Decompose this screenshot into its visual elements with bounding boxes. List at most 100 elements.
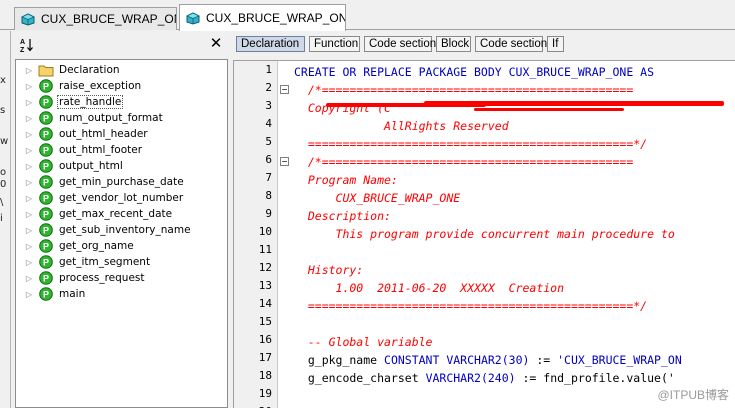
svg-text:P: P xyxy=(43,81,49,91)
code-editor[interactable]: 1234567891011121314151617181920 − − CREA… xyxy=(233,60,735,408)
fold-minus-icon[interactable]: − xyxy=(280,157,289,166)
expand-arrow-icon[interactable]: ▷ xyxy=(24,194,34,203)
tree-node[interactable]: ▷ Pout_html_footer xyxy=(16,142,227,158)
code-token: /*======================================… xyxy=(294,83,634,97)
code-token: Description: xyxy=(294,209,391,223)
editor-tab-bar: CUX_BRUCE_WRAP_ONE CUX_BRUCE_WRAP_ONE xyxy=(0,0,735,31)
expand-arrow-icon[interactable]: ▷ xyxy=(24,290,34,299)
nav-filter-button[interactable]: Function xyxy=(309,36,360,52)
code-line: Program Name: xyxy=(294,171,398,189)
expand-arrow-icon[interactable]: ▷ xyxy=(24,226,34,235)
code-token: CUX_BRUCE_WRAP_ONE xyxy=(294,191,461,205)
left-fragment-text: i xyxy=(0,213,3,224)
nav-filter-button[interactable]: Code section xyxy=(364,36,436,52)
tree-node[interactable]: ▷ Pget_vendor_lot_number xyxy=(16,190,227,206)
expand-arrow-icon[interactable]: ▷ xyxy=(24,98,34,107)
svg-text:P: P xyxy=(43,257,49,267)
procedure-icon: P xyxy=(39,191,53,205)
tree-node[interactable]: ▷ Poutput_html xyxy=(16,158,227,174)
code-token: ========================================… xyxy=(294,137,648,151)
tree-node[interactable]: ▷ Pget_min_purchase_date xyxy=(16,174,227,190)
left-fragment-text: s xyxy=(0,105,6,116)
tree-node[interactable]: ▷ Pget_itm_segment xyxy=(16,254,227,270)
code-token: g_pkg_name xyxy=(294,353,385,367)
editor-toolbar: Declaration Function Code section Block Code… xyxy=(233,31,735,58)
nav-filter-button[interactable]: Block xyxy=(436,36,471,52)
expand-arrow-icon[interactable]: ▷ xyxy=(24,258,34,267)
tab-label: CUX_BRUCE_WRAP_ONE xyxy=(206,11,346,25)
code-token: := xyxy=(529,353,558,367)
line-number: 3 xyxy=(265,99,272,112)
expand-arrow-icon[interactable]: ▷ xyxy=(24,162,34,171)
tab-package-inactive[interactable]: CUX_BRUCE_WRAP_ONE xyxy=(14,7,177,30)
line-number: 2 xyxy=(265,81,272,94)
line-number: 11 xyxy=(258,243,272,256)
expand-arrow-icon[interactable]: ▷ xyxy=(24,210,34,219)
svg-text:P: P xyxy=(43,113,49,123)
line-number: 7 xyxy=(265,171,272,184)
tree-node-label: rate_handle xyxy=(56,95,124,109)
close-icon[interactable]: ✕ xyxy=(209,35,223,51)
tree-node-label: Declaration xyxy=(59,64,120,76)
tree-node-label: get_min_purchase_date xyxy=(59,176,184,188)
package-body-icon xyxy=(186,11,200,25)
code-line: ========================================… xyxy=(294,297,647,315)
procedure-icon: P xyxy=(39,95,53,109)
nav-filter-button[interactable]: If xyxy=(547,36,564,52)
tree-node[interactable]: ▷ Prate_handle xyxy=(16,94,227,110)
procedure-icon: P xyxy=(39,239,53,253)
tree-node-label: output_html xyxy=(59,160,123,172)
code-token: /*======================================… xyxy=(294,155,634,169)
nav-filter-button[interactable]: Code section xyxy=(475,36,547,52)
left-panel-fragment: x s w o 0 \ i xyxy=(0,31,11,408)
code-line: History: xyxy=(294,261,363,279)
tree-node[interactable]: ▷ Declaration xyxy=(16,62,227,78)
expand-arrow-icon[interactable]: ▷ xyxy=(24,242,34,251)
svg-text:P: P xyxy=(43,129,49,139)
procedure-icon: P xyxy=(39,287,53,301)
fold-minus-icon[interactable]: − xyxy=(280,85,289,94)
tree-node[interactable]: ▷ Pget_sub_inventory_name xyxy=(16,222,227,238)
expand-arrow-icon[interactable]: ▷ xyxy=(24,274,34,283)
code-token: -- Global variable xyxy=(294,335,433,349)
svg-text:P: P xyxy=(43,161,49,171)
expand-arrow-icon[interactable]: ▷ xyxy=(24,66,34,75)
tree-node[interactable]: ▷ Pget_max_recent_date xyxy=(16,206,227,222)
tree-node-label: get_sub_inventory_name xyxy=(59,224,191,236)
code-token: Program Name: xyxy=(294,173,398,187)
tree-node[interactable]: ▷ Pget_org_name xyxy=(16,238,227,254)
code-token: VARCHAR2(240) xyxy=(425,371,516,385)
expand-arrow-icon[interactable]: ▷ xyxy=(24,178,34,187)
code-area[interactable]: CREATE OR REPLACE PACKAGE BODY CUX_BRUCE… xyxy=(294,61,735,408)
code-token: AllRights Reserved xyxy=(294,119,509,133)
navigator-tree[interactable]: ▷ Declaration ▷ Praise_exception ▷ Prate_hand… xyxy=(15,59,228,408)
code-line: /*======================================… xyxy=(294,81,633,99)
redaction-mark xyxy=(474,108,624,111)
procedure-icon: P xyxy=(39,111,53,125)
expand-arrow-icon[interactable]: ▷ xyxy=(24,82,34,91)
nav-filter-button[interactable]: Declaration xyxy=(236,36,305,52)
expand-arrow-icon[interactable]: ▷ xyxy=(24,130,34,139)
code-line: CREATE OR REPLACE PACKAGE BODY CUX_BRUCE… xyxy=(294,63,654,81)
tree-node[interactable]: ▷ Pnum_output_format xyxy=(16,110,227,126)
expand-arrow-icon[interactable]: ▷ xyxy=(24,114,34,123)
expand-arrow-icon[interactable]: ▷ xyxy=(24,146,34,155)
tree-node-label: get_max_recent_date xyxy=(59,208,173,220)
procedure-icon: P xyxy=(39,127,53,141)
code-token: := fnd_profile.value(' xyxy=(515,371,675,385)
sort-alpha-icon[interactable]: A Z xyxy=(19,37,35,54)
line-number: 1 xyxy=(265,63,272,76)
code-navigator: A Z ✕ ▷ Declaration ▷ Praise_exception ▷ Prat… xyxy=(13,31,229,408)
procedure-icon: P xyxy=(39,159,53,173)
line-number: 17 xyxy=(258,351,272,364)
tab-package-active[interactable]: CUX_BRUCE_WRAP_ONE xyxy=(179,4,346,31)
tree-node[interactable]: ▷ Pmain xyxy=(16,286,227,302)
tree-node[interactable]: ▷ Praise_exception xyxy=(16,78,227,94)
tree-node[interactable]: ▷ Pout_html_header xyxy=(16,126,227,142)
svg-text:P: P xyxy=(43,193,49,203)
tree-node[interactable]: ▷ Pprocess_request xyxy=(16,270,227,286)
svg-text:P: P xyxy=(43,225,49,235)
svg-text:Z: Z xyxy=(20,47,25,53)
code-token: 1.00 2011-06-20 XXXXX Creation xyxy=(294,281,565,295)
procedure-icon: P xyxy=(39,79,53,93)
